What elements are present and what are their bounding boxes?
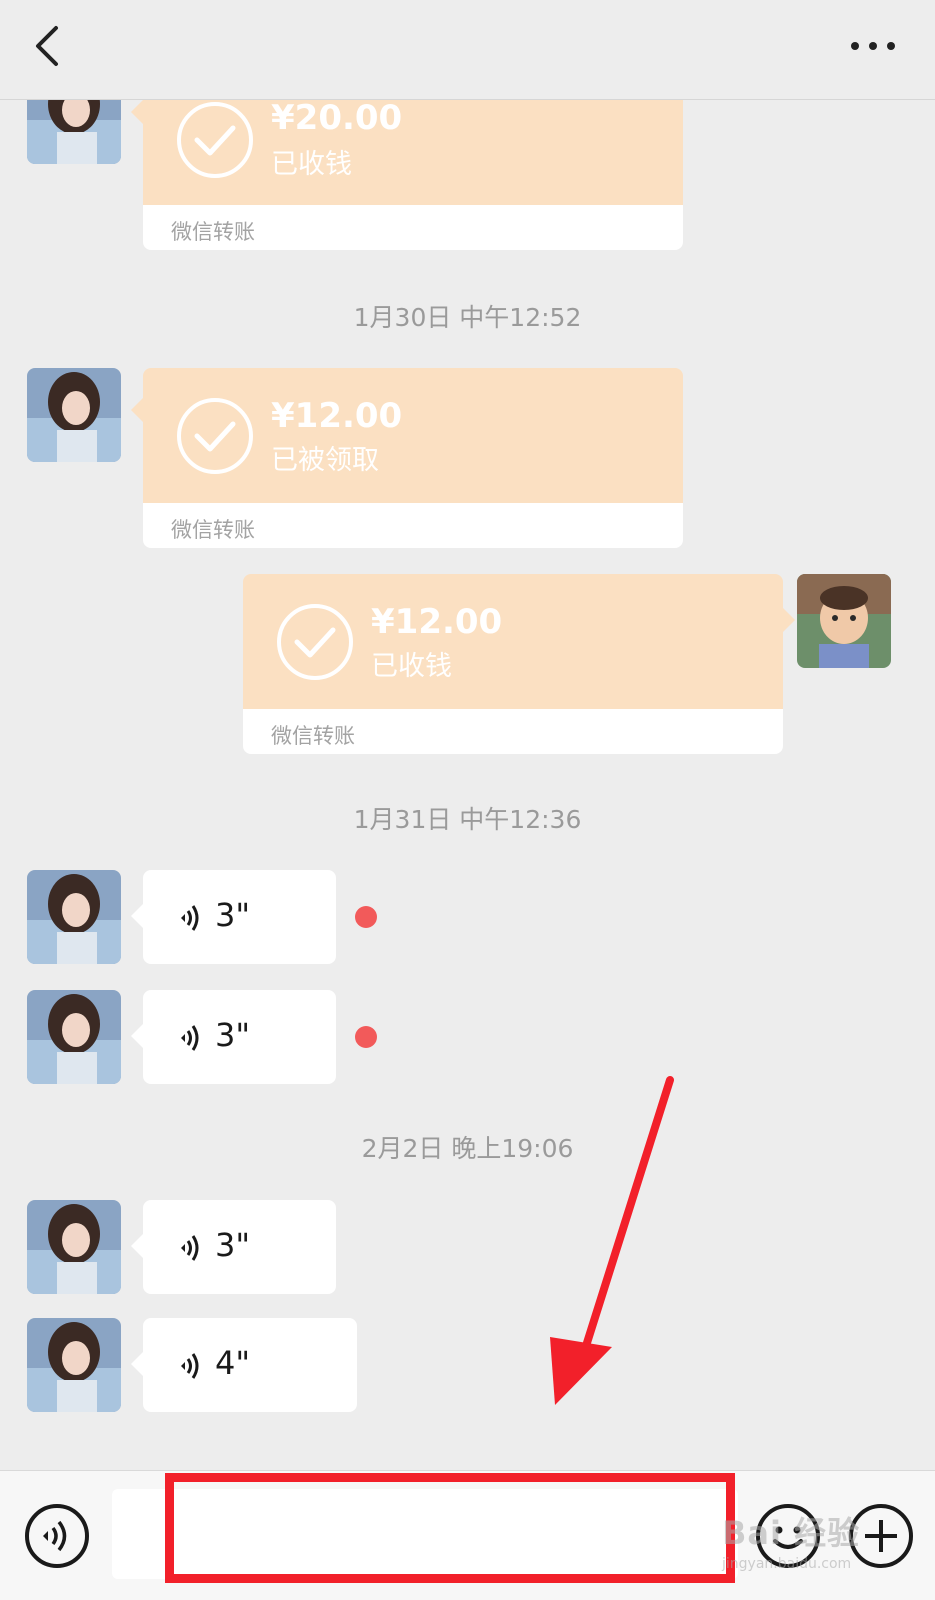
transfer-label: 微信转账 [271,724,355,748]
transfer-message[interactable]: ¥12.00 已被领取 微信转账 [131,368,683,548]
contact-avatar[interactable] [27,368,121,462]
chevron-left-icon[interactable] [28,22,68,70]
chat-timestamp: 1月30日 中午12:52 [353,303,582,332]
contact-avatar[interactable] [27,870,121,964]
transfer-amount: ¥20.00 [271,98,403,138]
voice-wave-icon [181,1235,199,1261]
transfer-amount: ¥12.00 [271,396,403,436]
voice-duration: 3" [215,1226,251,1264]
watermark: Bai 经验 [722,1514,861,1552]
voice-toggle-icon[interactable] [24,1503,90,1569]
more-dots-icon[interactable] [849,32,897,60]
chat-timestamp: 2月2日 晚上19:06 [361,1134,574,1163]
contact-avatar[interactable] [27,1200,121,1294]
voice-duration: 3" [215,896,251,934]
transfer-label: 微信转账 [171,518,255,542]
watermark-url: jingyan.baidu.com [722,1556,852,1572]
check-circle-icon [177,398,253,474]
transfer-status: 已收钱 [271,149,352,180]
transfer-status: 已收钱 [371,651,452,682]
transfer-label: 微信转账 [171,220,255,244]
message-input[interactable] [112,1489,738,1579]
voice-duration: 4" [215,1344,251,1382]
transfer-amount: ¥12.00 [371,602,503,642]
chat-timestamp: 1月31日 中午12:36 [353,805,582,834]
voice-message[interactable]: 4" [131,1318,357,1412]
annotation-arrow [550,1076,674,1405]
voice-message[interactable]: 3" [131,870,336,964]
transfer-message[interactable]: ¥12.00 已收钱 微信转账 [243,574,795,754]
voice-message[interactable]: 3" [131,1200,336,1294]
voice-wave-icon [181,1025,199,1051]
transfer-status: 已被领取 [271,445,379,476]
check-circle-icon [177,102,253,178]
self-avatar[interactable] [797,574,891,668]
voice-message[interactable]: 3" [131,990,336,1084]
voice-duration: 3" [215,1016,251,1054]
chat-header [0,0,935,100]
unread-indicator [355,1026,377,1048]
voice-wave-icon [181,1353,199,1379]
contact-avatar[interactable] [27,1318,121,1412]
check-circle-icon [277,604,353,680]
unread-indicator [355,906,377,928]
voice-wave-icon [181,905,199,931]
contact-avatar[interactable] [27,990,121,1084]
